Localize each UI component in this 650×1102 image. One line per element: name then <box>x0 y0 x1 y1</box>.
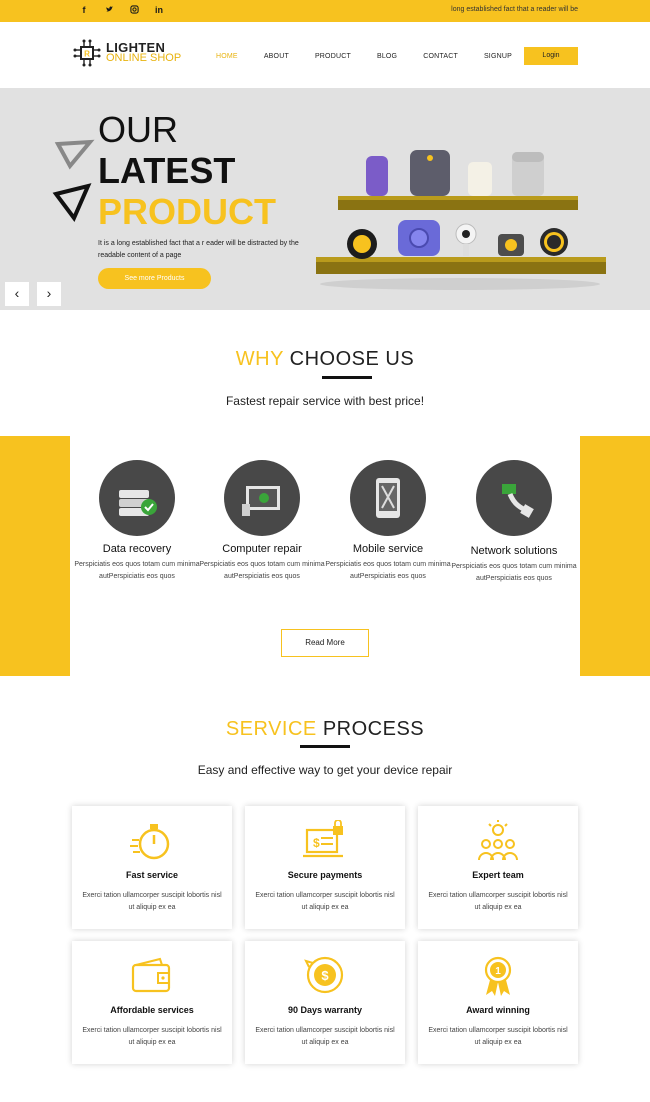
svg-text:$: $ <box>313 836 320 850</box>
mobile-service-icon <box>350 460 426 536</box>
process-card-fast-service: Fast service Exerci tation ullamcorper s… <box>72 806 232 929</box>
top-bar: f in long established fact that a reader… <box>0 0 650 22</box>
svg-text:R: R <box>84 50 90 59</box>
card-text: Exerci tation ullamcorper suscipit lobor… <box>82 892 222 911</box>
service-mobile: Mobile service Perspiciatis eos quos tot… <box>325 460 451 583</box>
slider-prev-button[interactable]: ‹ <box>5 282 29 306</box>
service-text: Perspiciatis eos quos totam cum minima a… <box>74 561 200 580</box>
see-more-products-button[interactable]: See more Products <box>98 268 211 289</box>
hero-banner: OUR LATEST PRODUCT It is a long establis… <box>0 88 650 310</box>
service-name: Data recovery <box>102 543 172 555</box>
network-solutions-icon <box>476 460 552 536</box>
computer-repair-icon <box>224 460 300 536</box>
triangle-decoration-icon <box>52 139 95 222</box>
warranty-coin-icon: $ <box>304 956 344 994</box>
service-process-title: SERVICE PROCESS <box>0 718 650 741</box>
read-more-button[interactable]: Read More <box>281 629 369 657</box>
service-name: Computer repair <box>222 543 302 555</box>
service-name: Mobile service <box>352 543 424 555</box>
top-tagline: long established fact that a reader will… <box>451 6 578 13</box>
service-network: Network solutions Perspiciatis eos quos … <box>451 460 577 585</box>
process-title-yellow: SERVICE <box>225 718 317 740</box>
brand-name: LIGHTEN ONLINE SHOP <box>106 41 182 64</box>
why-title-yellow: WHY <box>235 348 284 370</box>
site-logo[interactable]: R LIGHTEN ONLINE SHOP <box>72 38 181 68</box>
card-text: Exerci tation ullamcorper suscipit lobor… <box>82 1027 222 1046</box>
service-computer-repair: Computer repair Perspiciatis eos quos to… <box>199 460 325 583</box>
nav-blog[interactable]: BLOG <box>377 53 397 60</box>
process-card-secure-payments: $ Secure payments Exerci tation ullamcor… <box>245 806 405 929</box>
process-card-expert-team: Expert team Exerci tation ullamcorper su… <box>418 806 578 929</box>
chip-logo-icon: R <box>72 38 102 68</box>
process-title-dark: PROCESS <box>322 718 425 740</box>
hero-title-line1: OUR <box>98 109 178 150</box>
card-title: Expert team <box>472 870 524 880</box>
process-card-warranty: $ 90 Days warranty Exerci tation ullamco… <box>245 941 405 1064</box>
hero-description: It is a long established fact that a r e… <box>98 240 299 259</box>
nav-product[interactable]: PRODUCT <box>315 53 351 60</box>
card-title: Fast service <box>125 870 179 880</box>
card-title: Award winning <box>466 1005 530 1015</box>
nav-home[interactable]: HOME <box>216 53 238 60</box>
card-title: Secure payments <box>287 870 363 880</box>
card-text: Exerci tation ullamcorper suscipit lobor… <box>255 1027 395 1046</box>
data-recovery-icon <box>99 460 175 536</box>
process-subtitle: Easy and effective way to get your devic… <box>197 763 453 777</box>
nav-about[interactable]: ABOUT <box>264 53 289 60</box>
why-title-dark: CHOOSE US <box>289 348 415 370</box>
instagram-icon[interactable] <box>128 5 140 16</box>
team-idea-icon <box>478 820 518 861</box>
nav-signup[interactable]: SIGNUP <box>484 53 512 60</box>
smart-devices-shelf-image <box>316 150 606 290</box>
svg-text:1: 1 <box>495 966 501 977</box>
award-medal-icon: 1 <box>484 956 512 996</box>
stopwatch-icon <box>130 824 170 860</box>
main-nav: HOME ABOUT PRODUCT BLOG CONTACT SIGNUP <box>216 53 538 60</box>
service-text: Perspiciatis eos quos totam cum minima a… <box>325 561 451 580</box>
card-title: 90 Days warranty <box>287 1005 363 1015</box>
service-text: Perspiciatis eos quos totam cum minima a… <box>451 563 577 582</box>
login-button[interactable]: Login <box>524 47 578 65</box>
service-data-recovery: Data recovery Perspiciatis eos quos tota… <box>74 460 200 583</box>
site-header: R LIGHTEN ONLINE SHOP HOME ABOUT PRODUCT… <box>0 22 650 88</box>
why-title-underline <box>322 376 372 379</box>
slider-next-button[interactable]: › <box>37 282 61 306</box>
card-text: Exerci tation ullamcorper suscipit lobor… <box>428 892 568 911</box>
svg-text:$: $ <box>321 968 329 983</box>
secure-payment-icon: $ <box>303 820 343 858</box>
process-card-award: 1 Award winning Exerci tation ullamcorpe… <box>418 941 578 1064</box>
service-name: Network solutions <box>470 545 558 557</box>
process-card-affordable: Affordable services Exerci tation ullamc… <box>72 941 232 1064</box>
hero-title-line2: LATEST <box>98 150 236 191</box>
why-choose-title: WHY CHOOSE US <box>0 348 650 371</box>
social-links: f in <box>78 5 165 16</box>
facebook-icon[interactable]: f <box>78 5 90 16</box>
wallet-icon <box>131 957 171 993</box>
why-subtitle: Fastest repair service with best price! <box>225 394 425 408</box>
twitter-icon[interactable] <box>103 5 115 16</box>
service-text: Perspiciatis eos quos totam cum minima a… <box>199 561 325 580</box>
card-text: Exerci tation ullamcorper suscipit lobor… <box>428 1027 568 1046</box>
linkedin-icon[interactable]: in <box>153 5 165 16</box>
process-title-underline <box>300 745 350 748</box>
card-title: Affordable services <box>110 1005 194 1015</box>
brand-line2: ONLINE SHOP <box>106 52 182 64</box>
nav-contact[interactable]: CONTACT <box>423 53 458 60</box>
card-text: Exerci tation ullamcorper suscipit lobor… <box>255 892 395 911</box>
hero-title-line3: PRODUCT <box>98 191 276 232</box>
